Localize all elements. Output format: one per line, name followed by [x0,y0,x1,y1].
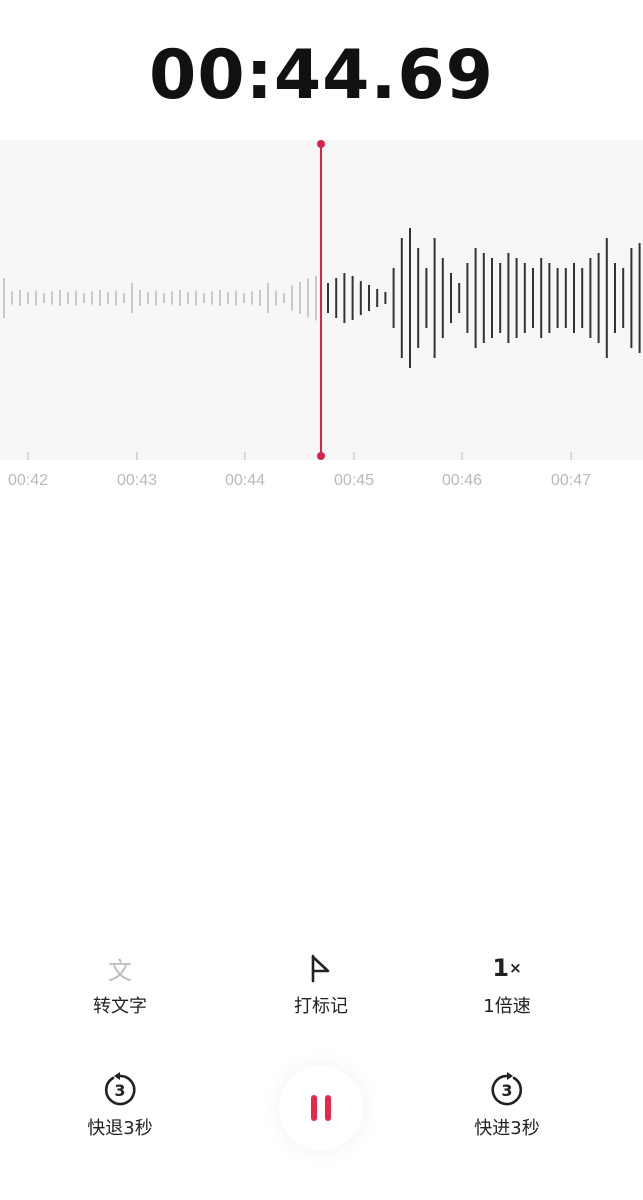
rewind-icon: 3 [50,1072,190,1108]
playback-speed-button[interactable]: 1 × 1倍速 [437,950,577,1018]
add-mark-button[interactable]: 打标记 [251,950,391,1018]
rewind-seconds: 3 [114,1081,125,1100]
playback-speed-label: 1倍速 [483,996,531,1017]
forward-3s-button[interactable]: 3 快进3秒 [437,1072,577,1140]
forward-seconds: 3 [501,1081,512,1100]
pause-icon-bar [325,1095,331,1121]
tick-label: 00:47 [550,472,592,489]
speed-icon: 1 × [437,950,577,986]
tick-label: 00:46 [441,472,483,489]
text-icon: 文 [108,956,132,985]
playhead-knob [317,452,325,460]
transcribe-label: 转文字 [93,996,147,1017]
tick-label: 00:44 [224,472,266,489]
waveform[interactable] [0,140,643,460]
tick-label: 00:42 [7,472,49,489]
timeline-ruler: 00:42 00:43 00:44 00:45 00:46 00:47 [0,460,643,500]
pause-icon [311,1095,317,1121]
playhead-knob [317,140,325,148]
fast-forward-icon: 3 [437,1072,577,1108]
elapsed-time: 00:44.69 [149,36,494,115]
waveform-graph [3,140,641,460]
forward-label: 快进3秒 [474,1118,540,1139]
tick-label: 00:45 [333,472,375,489]
pause-button[interactable] [279,1066,363,1150]
rewind-label: 快退3秒 [87,1118,153,1139]
flag-icon [251,950,391,986]
rewind-3s-button[interactable]: 3 快退3秒 [50,1072,190,1140]
add-mark-label: 打标记 [294,996,348,1017]
transcribe-button[interactable]: 文 转文字 [50,950,190,1018]
speed-value: 1 [492,954,510,982]
speed-unit: × [509,959,522,977]
tick-label: 00:43 [116,472,158,489]
